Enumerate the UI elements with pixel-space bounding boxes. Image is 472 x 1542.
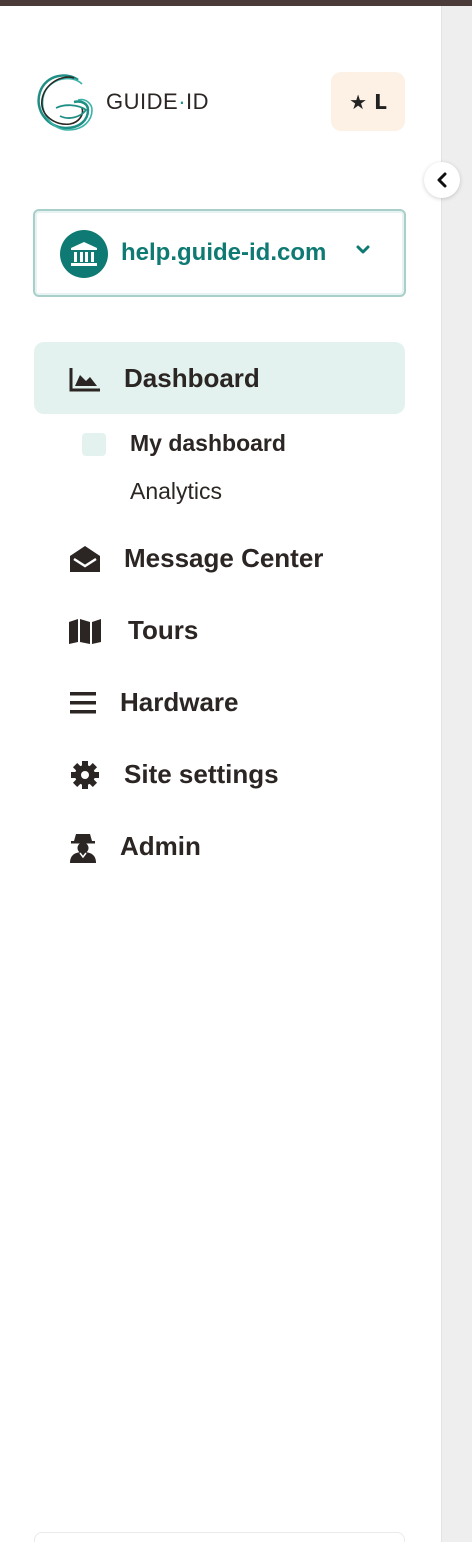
- brand-name: GUIDE·ID: [106, 89, 209, 115]
- nav-subitem-analytics[interactable]: Analytics: [130, 478, 222, 505]
- building-columns-icon: [60, 230, 108, 278]
- user-secret-icon: [66, 832, 100, 863]
- chevron-left-icon: [437, 172, 447, 188]
- nav-subitem-my-dashboard[interactable]: My dashboard: [130, 430, 286, 457]
- favorites-badge[interactable]: ★ L: [331, 72, 405, 131]
- brand-name-left: GUIDE: [106, 89, 179, 114]
- brand-logo[interactable]: GUIDE·ID: [34, 70, 209, 134]
- site-selector-label: help.guide-id.com: [121, 239, 327, 266]
- guide-id-logo-icon: [37, 74, 93, 131]
- nav-item-hardware[interactable]: Hardware: [34, 666, 405, 738]
- nav-label-tours: Tours: [128, 615, 199, 645]
- active-subitem-marker: [82, 433, 106, 456]
- nav-item-tours[interactable]: Tours: [34, 594, 405, 666]
- bars-icon: [66, 688, 100, 718]
- nav-label-hardware: Hardware: [120, 687, 239, 717]
- nav-label-site-settings: Site settings: [124, 759, 279, 789]
- nav-label-dashboard: Dashboard: [124, 363, 260, 393]
- nav-label-message-center: Message Center: [124, 543, 324, 573]
- sidebar-footer-card: [34, 1532, 405, 1542]
- chevron-down-icon: [356, 245, 370, 254]
- nav-label-admin: Admin: [120, 831, 201, 861]
- nav-item-message-center[interactable]: Message Center: [34, 522, 405, 594]
- collapse-sidebar-button[interactable]: [424, 162, 460, 198]
- nav-item-admin[interactable]: Admin: [34, 810, 405, 882]
- nav-item-dashboard[interactable]: Dashboard: [34, 342, 405, 414]
- main-content-area: [441, 6, 472, 1542]
- site-selector[interactable]: help.guide-id.com: [33, 209, 406, 297]
- map-icon: [68, 616, 102, 646]
- envelope-open-icon: [68, 544, 102, 574]
- brand-name-right: ID: [186, 89, 210, 114]
- chart-area-icon: [68, 364, 102, 394]
- gear-icon: [68, 760, 102, 790]
- brand-name-dot: ·: [178, 89, 187, 114]
- nav-item-site-settings[interactable]: Site settings: [34, 738, 405, 810]
